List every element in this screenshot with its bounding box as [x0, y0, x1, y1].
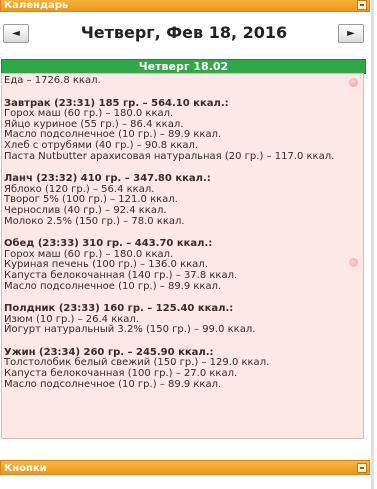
food-item[interactable]: Молоко 2.5% (150 гр.) – 78.0 ккал.	[4, 216, 363, 228]
food-item[interactable]: Чернослив (40 гр.) – 92.4 ккал.	[4, 205, 363, 217]
buttons-panel-header: Кнопки	[0, 460, 370, 475]
calendar-panel-header: Календарь	[0, 0, 370, 12]
date-title: Четверг, Фев 18, 2016	[80, 23, 288, 42]
food-item[interactable]: Масло подсолнечное (10 гр.) – 89.9 ккал.	[4, 379, 363, 391]
food-item[interactable]: Паста Nutbutter арахисовая натуральная (…	[4, 151, 363, 163]
food-item[interactable]: Йогурт натуральный 3.2% (150 гр.) – 99.0…	[4, 325, 363, 336]
collapse-icon[interactable]	[357, 463, 367, 473]
meal-supper: Ужин (23:34) 260 гр. – 245.90 ккал.: Тол…	[4, 347, 363, 391]
calendar-panel-title: Календарь	[4, 0, 69, 11]
meal-lunch: Ланч (23:32) 410 гр. – 347.80 ккал.: Ябл…	[4, 174, 363, 227]
food-item[interactable]: Капуста белокочанная (140 гр.) – 37.8 кк…	[4, 270, 363, 282]
buttons-panel-title: Кнопки	[4, 463, 47, 474]
food-item[interactable]: Масло подсолнечное (10 гр.) – 89.9 ккал.	[4, 281, 363, 293]
meal-afternoon-snack: Полдник (23:33) 160 гр. – 125.40 ккал.: …	[4, 303, 363, 336]
decorative-dot-icon	[349, 78, 358, 87]
next-day-button[interactable]: ►	[338, 24, 364, 43]
day-bar: Четверг 18.02	[1, 59, 366, 74]
meal-dinner: Обед (23:33) 310 гр. – 443.70 ккал.: Гор…	[4, 239, 363, 292]
daily-total: Еда – 1726.8 ккал.	[4, 75, 101, 86]
scrollbar[interactable]	[371, 0, 374, 489]
prev-day-button[interactable]: ◄	[3, 24, 29, 43]
food-entries-panel: Еда – 1726.8 ккал. Завтрак (23:31) 185 г…	[1, 73, 364, 439]
food-item[interactable]: Хлеб с отрубями (40 гр.) – 90.8 ккал.	[4, 140, 363, 152]
meal-breakfast: Завтрак (23:31) 185 гр. – 564.10 ккал.: …	[4, 98, 363, 163]
decorative-dot-icon	[349, 258, 358, 267]
collapse-icon[interactable]	[357, 0, 367, 10]
